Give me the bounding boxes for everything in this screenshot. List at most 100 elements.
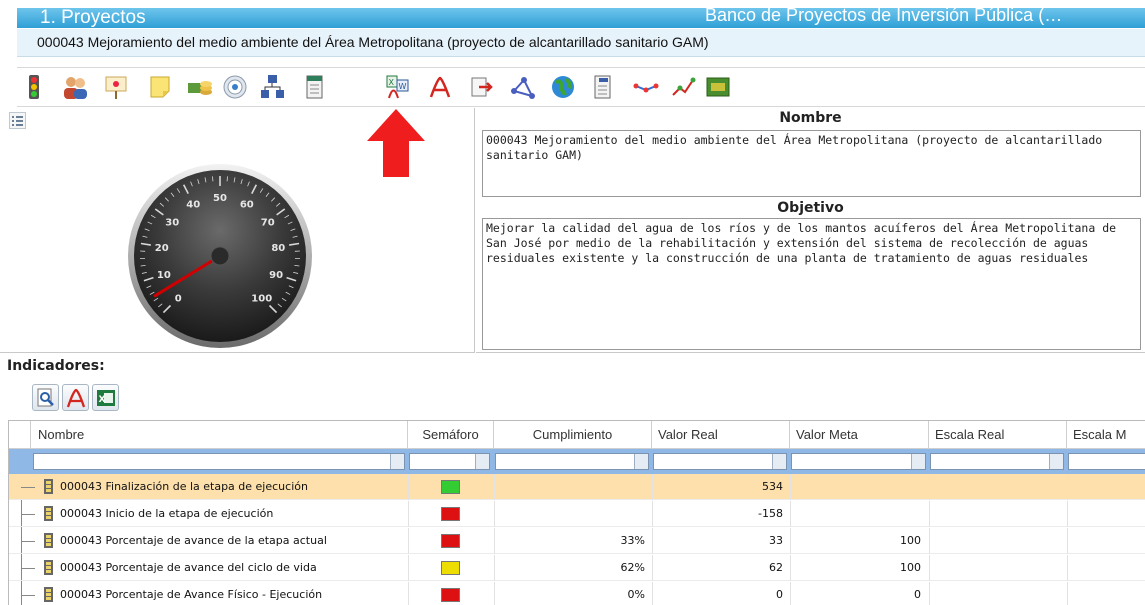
semaforo-indicator	[441, 588, 460, 602]
cell-nombre: 000043 Porcentaje de avance del ciclo de…	[60, 561, 317, 574]
filter-escala-real[interactable]	[930, 453, 1064, 470]
filter-escala-meta[interactable]	[1068, 453, 1145, 470]
cell-valor-real: 0	[776, 588, 783, 601]
filter-valor-real[interactable]	[653, 453, 787, 470]
preview-icon	[37, 388, 54, 407]
indicator-icon	[44, 533, 53, 548]
cell-cumplimiento: 62%	[620, 561, 645, 574]
column-divider	[929, 501, 930, 527]
globe-icon[interactable]	[550, 74, 576, 100]
tree-branch	[21, 568, 35, 569]
column-divider	[408, 501, 409, 527]
excel-icon: X	[97, 390, 115, 406]
nombre-label: Nombre	[779, 110, 842, 126]
tree-branch	[21, 514, 35, 515]
cell-nombre: 000043 Inicio de la etapa de ejecución	[60, 507, 274, 520]
users-icon[interactable]	[62, 74, 88, 100]
preview-button[interactable]	[32, 384, 59, 411]
cell-valor-real: 534	[762, 480, 783, 493]
svg-text:X: X	[99, 395, 106, 405]
column-header-valor-real[interactable]: Valor Real	[652, 421, 790, 449]
excel-export-button[interactable]: X	[92, 384, 119, 411]
filter-row	[9, 449, 1145, 474]
pdf-icon	[66, 388, 86, 408]
target-icon[interactable]	[222, 74, 248, 100]
cell-cumplimiento	[494, 474, 645, 500]
filter-valor-meta[interactable]	[791, 453, 926, 470]
coins-icon[interactable]	[187, 74, 213, 100]
excel-word-pdf-icon[interactable]: X W	[384, 74, 410, 100]
filter-icon[interactable]	[772, 454, 786, 469]
share-graph-icon[interactable]	[510, 74, 536, 100]
gauge-tick-label: 20	[155, 243, 169, 254]
chart-icon[interactable]	[670, 74, 696, 100]
column-header-nombre[interactable]: Nombre	[31, 421, 408, 449]
table-row[interactable]: 000043 Inicio de la etapa de ejecución -1…	[9, 501, 1145, 527]
graph-icon[interactable]	[633, 74, 659, 100]
cell-valor-meta	[790, 501, 921, 527]
column-divider	[408, 582, 409, 605]
sticky-note-icon[interactable]	[147, 74, 173, 100]
export-icon[interactable]	[469, 74, 495, 100]
cell-valor-real: -158	[758, 507, 783, 520]
toolbar: X W	[17, 67, 1145, 107]
gauge-tick-label: 60	[240, 199, 254, 210]
pdf-icon[interactable]	[427, 74, 453, 100]
indicators-title: Indicadores:	[7, 358, 105, 374]
filter-icon[interactable]	[1049, 454, 1063, 469]
svg-text:X: X	[389, 78, 395, 87]
column-divider	[408, 555, 409, 581]
table-row[interactable]: 000043 Porcentaje de Avance Físico - Eje…	[9, 582, 1145, 605]
gauge-tick-label: 80	[271, 243, 285, 254]
column-header-valor-meta[interactable]: Valor Meta	[790, 421, 929, 449]
project-header: 000043 Mejoramiento del medio ambiente d…	[17, 29, 1145, 57]
indicator-icon	[44, 479, 53, 494]
filter-icon[interactable]	[911, 454, 925, 469]
column-header-semaforo[interactable]: Semáforo	[408, 421, 494, 449]
filter-nombre[interactable]	[33, 453, 405, 470]
column-divider	[408, 474, 409, 500]
gauge-tick-label: 100	[251, 294, 272, 305]
header-expander	[9, 421, 31, 449]
cell-valor-meta	[790, 474, 921, 500]
filter-cumplimiento[interactable]	[495, 453, 649, 470]
tree-branch	[21, 541, 35, 542]
list-icon	[12, 116, 23, 126]
gauge-tick-label: 50	[213, 193, 227, 204]
presentation-icon[interactable]	[103, 74, 129, 100]
pdf-export-button[interactable]	[62, 384, 89, 411]
filter-icon[interactable]	[390, 454, 404, 469]
cell-valor-real: 33	[769, 534, 783, 547]
cell-valor-meta: 100	[900, 561, 921, 574]
list-view-button[interactable]	[9, 112, 26, 129]
traffic-light-icon[interactable]	[21, 74, 47, 100]
nombre-textarea[interactable]: 000043 Mejoramiento del medio ambiente d…	[482, 130, 1141, 197]
objetivo-textarea[interactable]: Mejorar la calidad del agua de los ríos …	[482, 218, 1141, 350]
tree-branch	[21, 595, 35, 596]
table-row[interactable]: 000043 Porcentaje de avance de la etapa …	[9, 528, 1145, 554]
table-row[interactable]: 000043 Porcentaje de avance del ciclo de…	[9, 555, 1145, 581]
cell-nombre: 000043 Porcentaje de avance de la etapa …	[60, 534, 327, 547]
filter-semaforo[interactable]	[409, 453, 490, 470]
column-header-cumplimiento[interactable]: Cumplimiento	[494, 421, 652, 449]
filter-icon[interactable]	[475, 454, 489, 469]
gauge-tick-label: 70	[261, 217, 275, 228]
semaforo-indicator	[441, 480, 460, 494]
table-row[interactable]: 000043 Finalización de la etapa de ejecu…	[9, 474, 1145, 500]
column-header-escala-real[interactable]: Escala Real	[929, 421, 1067, 449]
money-icon[interactable]	[705, 74, 731, 100]
column-divider	[408, 528, 409, 554]
column-divider	[1067, 582, 1068, 605]
column-divider	[929, 555, 930, 581]
hierarchy-icon[interactable]	[260, 74, 286, 100]
column-divider	[1067, 501, 1068, 527]
document-icon[interactable]	[302, 74, 328, 100]
filter-icon[interactable]	[634, 454, 648, 469]
log-document-icon[interactable]	[590, 74, 616, 100]
app-window: 1. Proyectos Banco de Proyectos de Inver…	[0, 0, 1145, 605]
gauge-tick-label: 90	[269, 270, 283, 281]
cell-nombre: 000043 Porcentaje de Avance Físico - Eje…	[60, 588, 323, 601]
column-header-escala-meta[interactable]: Escala M	[1067, 421, 1145, 449]
indicator-icon	[44, 587, 53, 602]
gauge-tick-label: 30	[165, 217, 179, 228]
